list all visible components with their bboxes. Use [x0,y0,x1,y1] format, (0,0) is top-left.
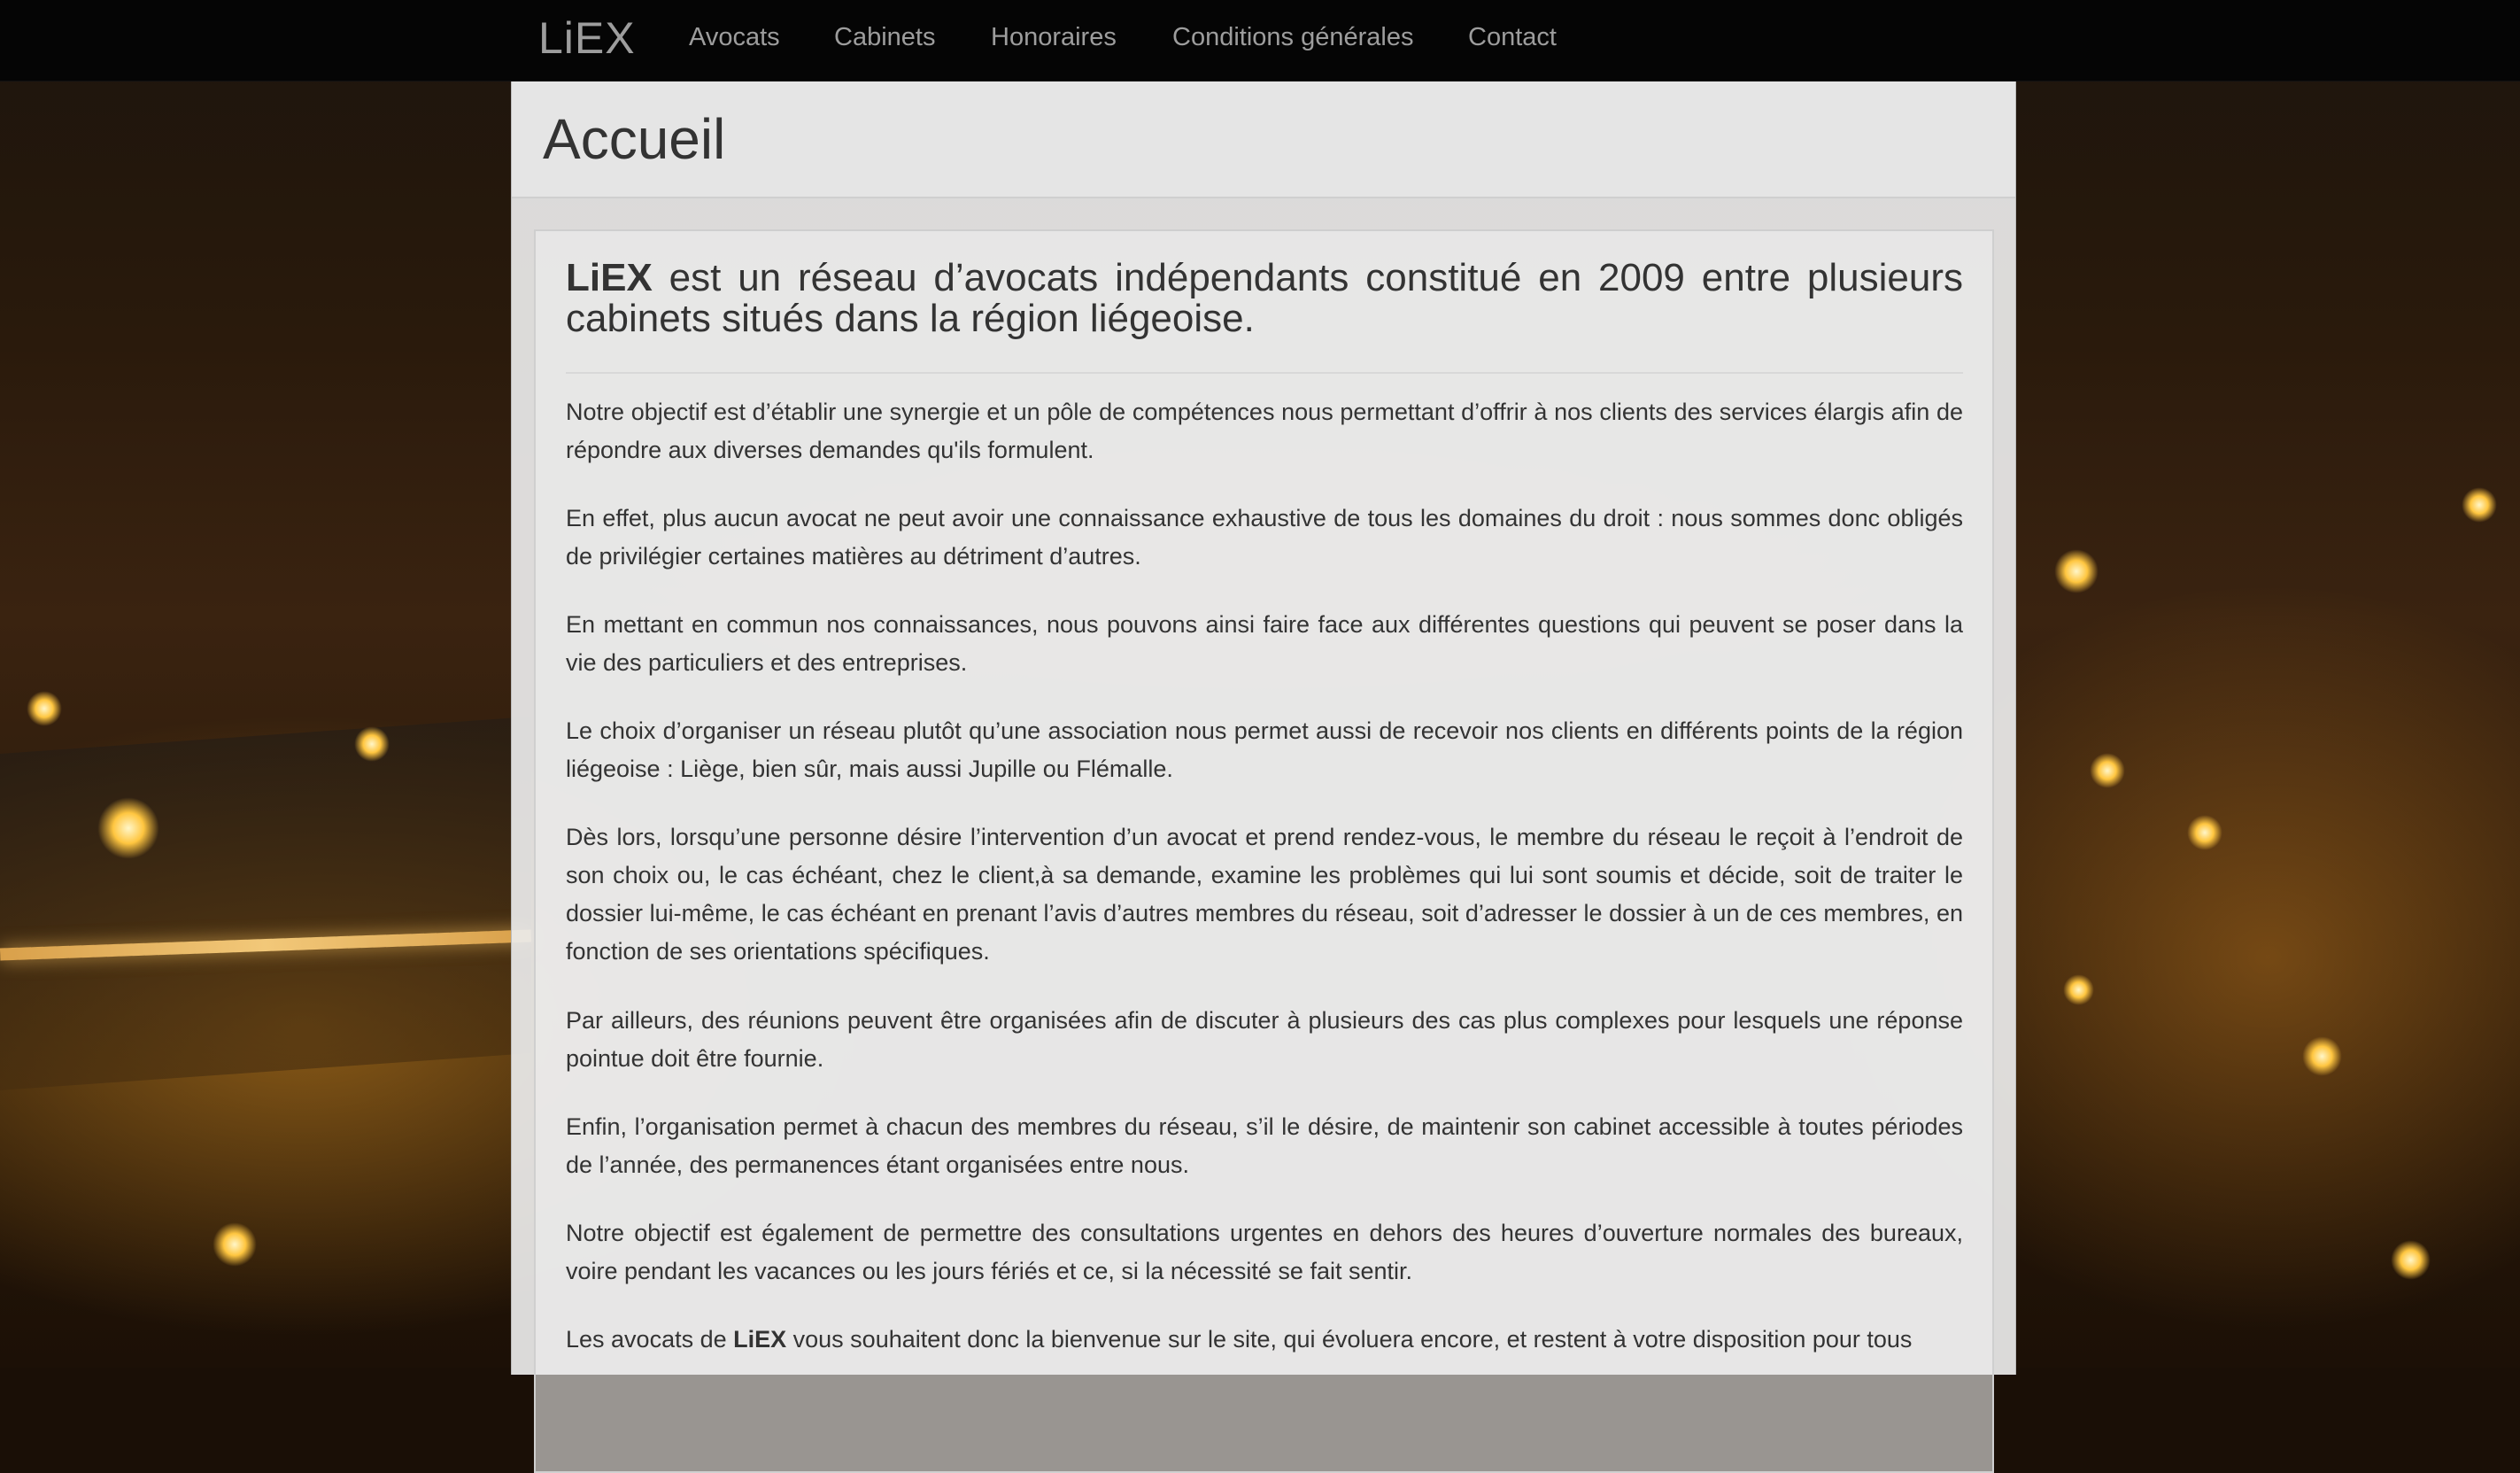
background-light [2462,487,2497,523]
background-light [2302,1036,2342,1076]
nav-item-contact[interactable]: Contact [1468,23,1557,52]
paragraph: En effet, plus aucun avocat ne peut avoi… [566,505,1963,570]
intro-brand: LiEX [566,256,653,299]
top-navbar: LiEX Avocats Cabinets Honoraires Conditi… [0,0,2520,81]
background-light [97,797,159,859]
divider [566,372,1963,374]
background-light [354,726,390,762]
closing-paragraph: Les avocats de LiEX vous souhaitent donc… [566,1321,1963,1359]
paragraph: Le choix d’organiser un réseau plutôt qu… [566,717,1963,782]
paragraph: Notre objectif est d’établir une synergi… [566,399,1963,463]
nav-item-cabinets[interactable]: Cabinets [834,23,935,52]
background-light [2090,753,2125,788]
background-light [27,691,62,726]
paragraph: Dès lors, lorsqu’une personne désire l’i… [566,824,1963,965]
nav-item-honoraires[interactable]: Honoraires [991,23,1117,52]
page-title: Accueil [543,107,726,171]
paragraph: Enfin, l’organisation permet à chacun de… [566,1113,1963,1178]
nav-item-conditions-generales[interactable]: Conditions générales [1172,23,1413,52]
background-light [2391,1240,2431,1280]
background-light [213,1222,257,1267]
closing-before: Les avocats de [566,1326,734,1353]
content-panel: LiEX est un réseau d’avocats indépendant… [534,229,1994,1473]
paragraph: Par ailleurs, des réunions peuvent être … [566,1007,1963,1072]
main-container: Accueil LiEX est un réseau d’avocats ind… [511,81,2016,1473]
nav-item-avocats[interactable]: Avocats [689,23,780,52]
paragraph: En mettant en commun nos connaissances, … [566,611,1963,676]
intro-lead: LiEX est un réseau d’avocats indépendant… [566,258,1963,339]
background-light [2054,549,2099,593]
brand-logo-link[interactable]: LiEX [538,12,636,64]
background-river [0,717,531,1090]
closing-brand: LiEX [733,1326,787,1353]
closing-after: vous souhaitent donc la bienvenue sur le… [786,1326,1913,1353]
page-header: Accueil [512,81,2015,198]
paragraph: Notre objectif est également de permettr… [566,1220,1963,1284]
background-light [2187,815,2222,850]
intro-text: est un réseau d’avocats indépendants con… [566,256,1963,340]
background-light [2063,974,2094,1005]
